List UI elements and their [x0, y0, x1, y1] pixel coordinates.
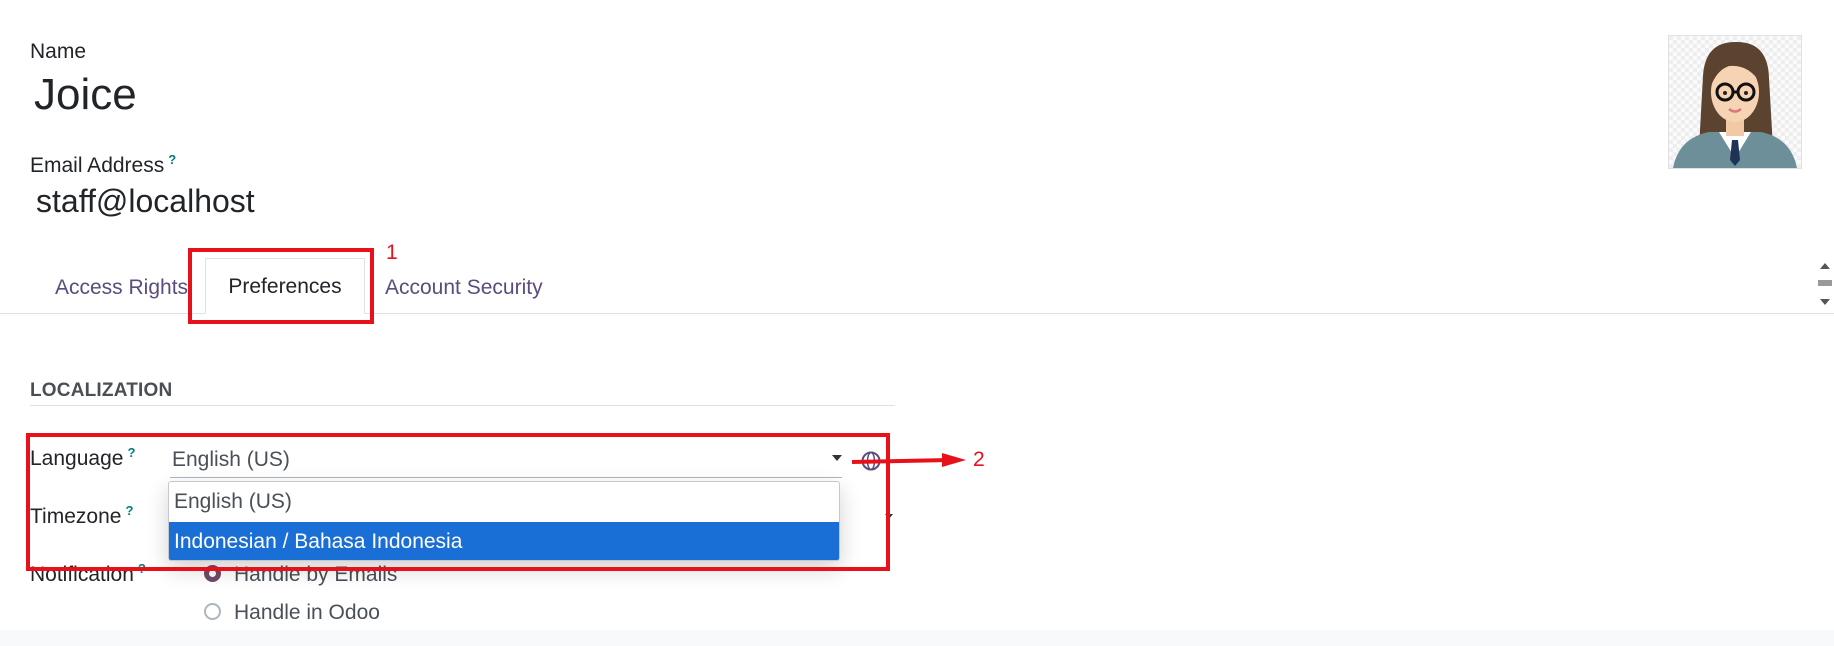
name-label: Name: [30, 40, 87, 63]
scrollbar[interactable]: [1816, 258, 1834, 312]
female-avatar-icon: [1669, 36, 1801, 168]
scroll-down-icon[interactable]: [1820, 299, 1830, 305]
annotation-arrow-icon: [851, 453, 966, 467]
section-divider: [30, 405, 895, 406]
scroll-up-icon[interactable]: [1820, 263, 1830, 269]
annotation-label-2: 2: [973, 448, 985, 471]
annotation-label-1: 1: [386, 241, 398, 264]
bottom-strip: [0, 630, 1834, 646]
scroll-thumb[interactable]: [1818, 280, 1832, 286]
avatar[interactable]: [1668, 35, 1802, 169]
tab-account-security[interactable]: Account Security: [385, 276, 543, 300]
annotation-box-1: [188, 248, 374, 324]
section-title-localization: LOCALIZATION: [30, 380, 173, 401]
email-label-text: Email Address: [30, 154, 165, 177]
tab-access-rights[interactable]: Access Rights: [55, 276, 188, 300]
email-value[interactable]: staff@localhost: [36, 183, 255, 220]
radio-label: Handle in Odoo: [234, 601, 380, 624]
radio-unchecked-icon[interactable]: [204, 603, 221, 620]
help-icon[interactable]: ?: [168, 152, 176, 167]
name-value[interactable]: Joice: [34, 70, 137, 120]
email-label: Email Address?: [30, 152, 176, 178]
annotation-box-2: [26, 433, 890, 571]
